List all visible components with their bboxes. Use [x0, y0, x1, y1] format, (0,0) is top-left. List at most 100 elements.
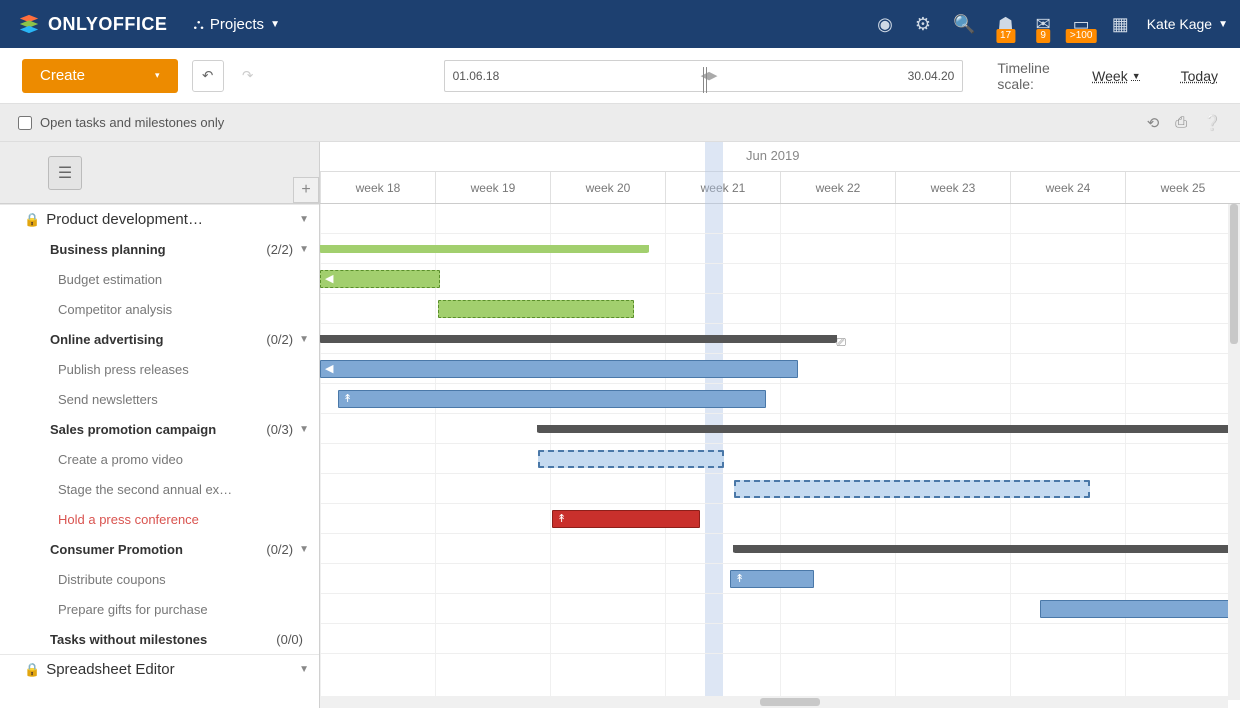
milestone-count: (0/2)	[266, 542, 293, 557]
chevron-down-icon: ▼	[299, 244, 309, 255]
range-start: 01.06.18	[453, 69, 500, 83]
project-row[interactable]: 🔒 Product development… ▼	[0, 204, 319, 234]
gantt-row	[320, 534, 1240, 564]
gantt-row	[320, 204, 1240, 234]
currency-icon[interactable]: ◉	[877, 14, 893, 35]
today-link[interactable]: Today	[1181, 68, 1218, 84]
task-row[interactable]: Competitor analysis	[0, 294, 319, 324]
gantt-row	[320, 294, 1240, 324]
settings-icon[interactable]: ⚙	[915, 14, 931, 35]
task-row[interactable]: Distribute coupons	[0, 564, 319, 594]
milestone-name: Consumer Promotion	[50, 542, 183, 557]
milestone-row[interactable]: Online advertising(0/2)▼	[0, 324, 319, 354]
undo-button[interactable]: ↶	[192, 60, 224, 92]
pin-icon: ↟	[343, 392, 352, 405]
task-name: Competitor analysis	[58, 302, 172, 317]
bar-task-overdue[interactable]: ↟	[552, 510, 700, 528]
gantt-chart[interactable]: Jun 2019 week 18 week 19 week 20 week 21…	[320, 142, 1240, 708]
bar-summary[interactable]	[320, 245, 648, 253]
task-row[interactable]: Stage the second annual ex…	[0, 474, 319, 504]
project-name: Spreadsheet Editor	[46, 661, 174, 678]
scroll-thumb[interactable]	[760, 698, 820, 706]
horizontal-scrollbar[interactable]	[320, 696, 1228, 708]
feed-icon[interactable]: ▭>100	[1073, 14, 1090, 35]
chevron-down-icon: ▾	[155, 70, 160, 81]
search-icon[interactable]: 🔍	[953, 14, 975, 35]
gantt-row: ⎚	[320, 324, 1240, 354]
add-column-button[interactable]: +	[293, 177, 319, 203]
bar-task[interactable]: ◀	[320, 360, 798, 378]
help-icon[interactable]: ❔	[1203, 114, 1222, 132]
bar-task[interactable]: ↟	[338, 390, 766, 408]
week-cell: week 22	[780, 172, 895, 203]
week-cell: week 20	[550, 172, 665, 203]
milestone-row[interactable]: Business planning(2/2)▼	[0, 234, 319, 264]
milestone-row[interactable]: Consumer Promotion (0/2) ▼	[0, 534, 319, 564]
task-row[interactable]: Create a promo video	[0, 444, 319, 474]
week-cell: week 18	[320, 172, 435, 203]
lock-icon: 🔒	[24, 212, 40, 228]
bar-summary[interactable]	[538, 425, 1238, 433]
milestone-row[interactable]: Tasks without milestones(0/0)	[0, 624, 319, 654]
milestone-count: (0/0)	[276, 632, 303, 647]
milestone-count: (0/2)	[266, 332, 293, 347]
talk-badge: 17	[996, 29, 1015, 43]
range-window-handle[interactable]: ◀▶	[701, 61, 718, 91]
link-icon: ⎚	[836, 335, 846, 350]
task-row[interactable]: Publish press releases	[0, 354, 319, 384]
task-name: Budget estimation	[58, 272, 162, 287]
refresh-icon[interactable]: ⟲	[1147, 114, 1160, 132]
chevron-down-icon: ▼	[299, 664, 309, 675]
gantt-row	[320, 474, 1240, 504]
week-cell: week 19	[435, 172, 550, 203]
mail-icon[interactable]: ✉9	[1036, 14, 1051, 35]
project-row[interactable]: 🔒 Spreadsheet Editor ▼	[0, 654, 319, 684]
task-row-overdue[interactable]: Hold a press conference	[0, 504, 319, 534]
chevron-down-icon: ▼	[299, 544, 309, 555]
toolbar: Create ▾ ↶ ↷ 01.06.18 30.04.20 ◀▶ Timeli…	[0, 48, 1240, 104]
bar-summary[interactable]	[734, 545, 1234, 553]
timeline-range[interactable]: 01.06.18 30.04.20 ◀▶	[444, 60, 964, 92]
lock-icon: 🔒	[24, 662, 40, 678]
menu-button[interactable]: ☰	[48, 156, 82, 190]
week-cell: week 23	[895, 172, 1010, 203]
print-icon[interactable]: ⎙	[1175, 114, 1187, 132]
task-row[interactable]: Prepare gifts for purchase	[0, 594, 319, 624]
milestone-name: Business planning	[50, 242, 166, 257]
gantt-row	[320, 444, 1240, 474]
calendar-icon[interactable]: ▦	[1112, 14, 1129, 35]
task-name: Prepare gifts for purchase	[58, 602, 208, 617]
brand-logo[interactable]: ONLYOFFICE	[18, 13, 167, 35]
user-menu[interactable]: Kate Kage ▼	[1147, 16, 1228, 32]
gantt-row: ◀	[320, 354, 1240, 384]
scroll-thumb[interactable]	[1230, 204, 1238, 344]
range-end: 30.04.20	[908, 69, 955, 83]
open-only-input[interactable]	[18, 116, 32, 130]
chevron-down-icon: ▼	[1132, 71, 1141, 81]
tree-header: ☰ +	[0, 142, 319, 204]
chevron-down-icon: ▼	[299, 424, 309, 435]
talk-icon[interactable]: ☗17	[997, 14, 1013, 35]
nav-projects-dropdown[interactable]: ⛬ Projects ▼	[193, 16, 280, 33]
create-button[interactable]: Create ▾	[22, 59, 178, 93]
open-only-checkbox[interactable]: Open tasks and milestones only	[18, 115, 224, 130]
bar-task[interactable]: ↟	[730, 570, 814, 588]
week-cell: week 21	[665, 172, 780, 203]
bar-task[interactable]	[1040, 600, 1230, 618]
scale-selector[interactable]: Week ▼	[1092, 68, 1140, 84]
gantt-row: ↟	[320, 504, 1240, 534]
milestone-row[interactable]: Sales promotion campaign(0/3)▼	[0, 414, 319, 444]
redo-button[interactable]: ↷	[232, 60, 264, 92]
task-row[interactable]: Budget estimation	[0, 264, 319, 294]
gantt-row	[320, 594, 1240, 624]
milestone-count: (0/3)	[266, 422, 293, 437]
vertical-scrollbar[interactable]	[1228, 204, 1240, 700]
bar-summary[interactable]: ⎚	[320, 335, 836, 343]
bar-task[interactable]	[734, 480, 1090, 498]
bar-task[interactable]: ◀	[320, 270, 440, 288]
task-row[interactable]: Send newsletters	[0, 384, 319, 414]
bar-task[interactable]	[438, 300, 634, 318]
filter-bar: Open tasks and milestones only ⟲ ⎙ ❔	[0, 104, 1240, 142]
arrow-left-icon: ◀	[325, 272, 333, 285]
bar-task[interactable]	[538, 450, 724, 468]
